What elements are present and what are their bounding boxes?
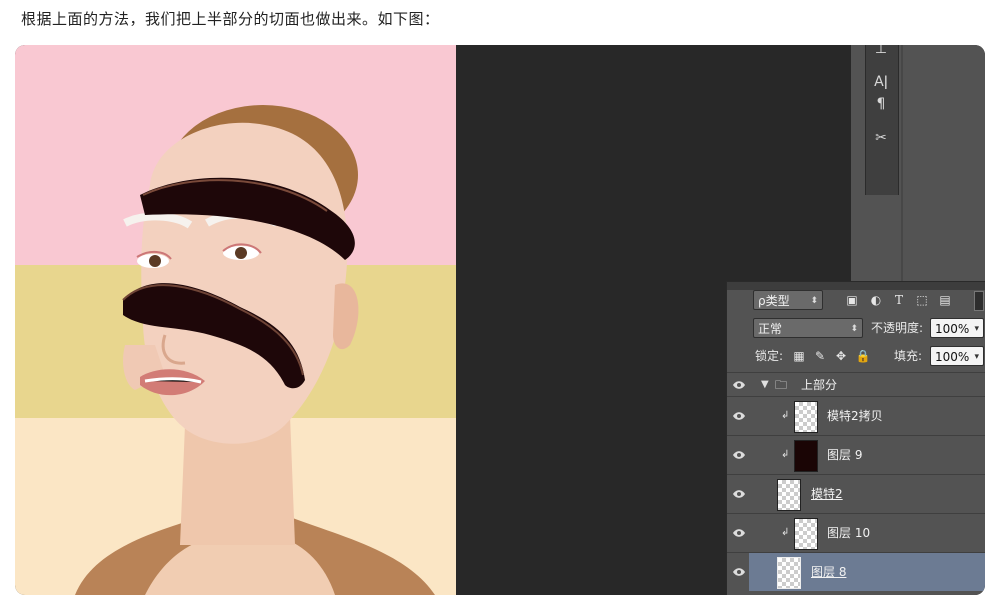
layer-thumbnail — [777, 557, 801, 589]
layer-thumbnail — [794, 440, 818, 472]
layer-row[interactable]: ↲ 图层 10 — [749, 513, 985, 552]
layer-name: 模特2 — [811, 487, 843, 501]
eye-icon[interactable] — [732, 450, 746, 460]
tools-preset-icon[interactable]: ✂ — [865, 128, 897, 148]
opacity-value: 100% — [935, 322, 970, 336]
eye-icon[interactable] — [732, 567, 746, 577]
layer-row[interactable]: ↲ 模特2拷贝 — [749, 396, 985, 435]
visibility-column — [727, 474, 749, 513]
paragraph-panel-icon[interactable]: ¶ — [865, 94, 897, 114]
visibility-column — [727, 372, 749, 396]
visibility-column — [727, 435, 749, 474]
layer-thumbnail — [794, 401, 818, 433]
screenshot-frame: ⊥ Aǀ ¶ ✂ ρ类型 ⬍ ▣ ◐ T ⬚ ▤ 正常 ⬍ 不透明度: 100%… — [15, 45, 985, 595]
visibility-column — [727, 513, 749, 552]
layer-thumbnail — [794, 518, 818, 550]
lock-label: 锁定: — [755, 349, 784, 363]
lock-transparent-icon[interactable]: ▦ — [791, 348, 807, 364]
smart-object-filter-icon[interactable]: ▤ — [937, 292, 953, 308]
fill-value: 100% — [935, 350, 970, 364]
layer-row[interactable]: ↲ 图层 9 — [749, 435, 985, 474]
disclosure-triangle-icon[interactable]: ▼ — [761, 379, 769, 391]
eye-icon[interactable] — [732, 489, 746, 499]
lock-all-icon[interactable]: 🔒 — [855, 348, 871, 364]
chevron-updown-icon: ⬍ — [810, 296, 818, 306]
clipping-arrow-icon: ↲ — [781, 410, 790, 421]
chevron-down-icon: ▾ — [974, 352, 979, 362]
eye-icon[interactable] — [732, 380, 746, 390]
character-panel-icon[interactable]: Aǀ — [865, 72, 897, 92]
clipping-arrow-icon: ↲ — [781, 449, 790, 460]
blend-mode-label: 正常 — [758, 322, 783, 336]
group-name: 上部分 — [801, 378, 838, 392]
layers-panel: ρ类型 ⬍ ▣ ◐ T ⬚ ▤ 正常 ⬍ 不透明度: 100% ▾ 锁定: ▦ … — [726, 281, 985, 595]
filter-kind-label: ρ类型 — [758, 294, 790, 308]
shape-filter-icon[interactable]: ⬚ — [914, 292, 930, 308]
opacity-label: 不透明度: — [871, 321, 924, 335]
visibility-column — [727, 396, 749, 435]
layer-row[interactable]: 模特2 — [749, 474, 985, 513]
visibility-column — [727, 552, 749, 591]
chevron-updown-icon: ⬍ — [850, 324, 858, 334]
filter-toggle-switch[interactable] — [974, 291, 984, 311]
adjustment-filter-icon[interactable]: ◐ — [868, 292, 884, 308]
tool-strip — [865, 45, 899, 195]
lock-paint-icon[interactable]: ✎ — [812, 348, 828, 364]
model-photo — [15, 45, 456, 595]
move-tool-icon[interactable]: ⊥ — [865, 45, 897, 59]
filter-kind-select[interactable]: ρ类型 ⬍ — [753, 290, 823, 310]
eye-icon[interactable] — [732, 411, 746, 421]
article-caption: 根据上面的方法，我们把上半部分的切面也做出来。如下图： — [21, 10, 440, 28]
eye-icon[interactable] — [732, 528, 746, 538]
layer-name: 图层 10 — [827, 526, 871, 540]
layer-name: 模特2拷贝 — [827, 409, 883, 423]
layer-thumbnail — [777, 479, 801, 511]
layer-group-row[interactable]: ▼ 🗀 上部分 — [749, 372, 985, 396]
image-filter-icon[interactable]: ▣ — [844, 292, 860, 308]
opacity-input[interactable]: 100% ▾ — [930, 318, 984, 338]
layer-name: 图层 9 — [827, 448, 863, 462]
blend-mode-select[interactable]: 正常 ⬍ — [753, 318, 863, 338]
fill-label: 填充: — [894, 349, 923, 363]
lock-position-icon[interactable]: ✥ — [833, 348, 849, 364]
dock-divider — [901, 45, 903, 281]
fill-input[interactable]: 100% ▾ — [930, 346, 984, 366]
type-filter-icon[interactable]: T — [891, 292, 907, 308]
clipping-arrow-icon: ↲ — [781, 527, 790, 538]
folder-icon: 🗀 — [775, 378, 788, 392]
panel-tabs — [727, 282, 985, 290]
layer-row-selected[interactable]: 图层 8 — [749, 552, 985, 591]
layer-name: 图层 8 — [811, 565, 847, 579]
chevron-down-icon: ▾ — [974, 324, 979, 334]
